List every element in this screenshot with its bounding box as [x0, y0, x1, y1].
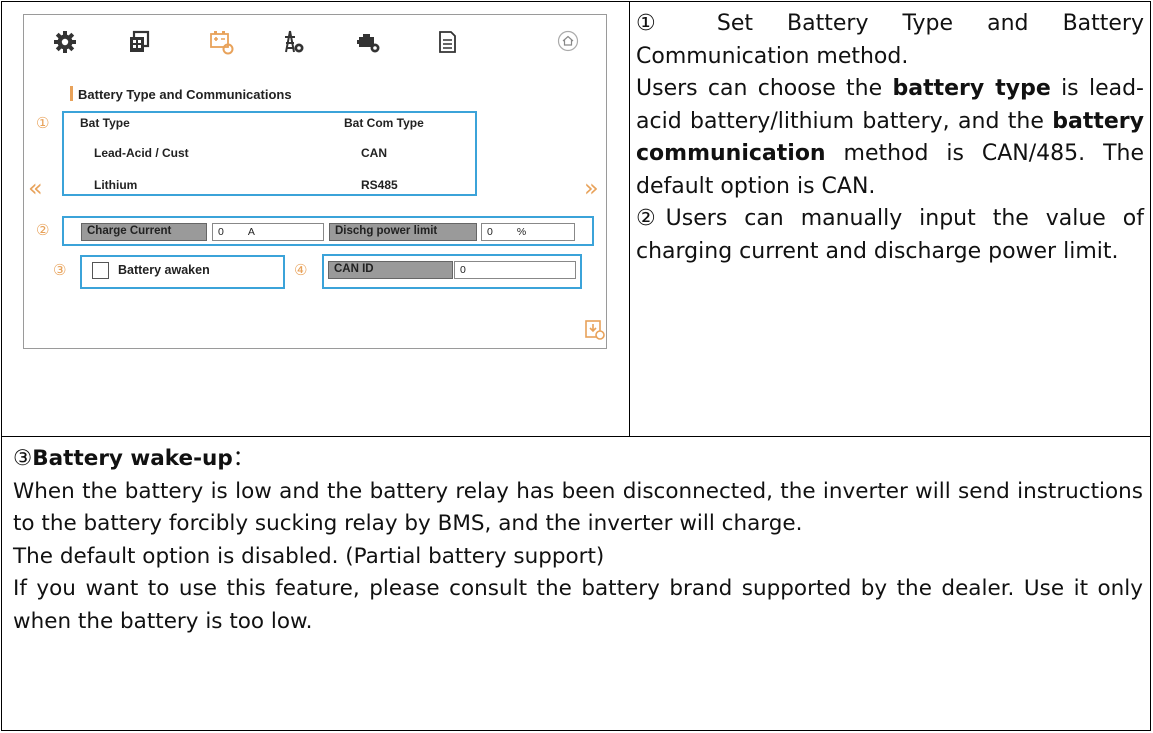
document-table: Battery Type and Communications ① Bat Ty… [1, 1, 1151, 731]
can-id-input[interactable]: 0 [454, 261, 576, 279]
option-can[interactable]: CAN [361, 146, 387, 160]
desc-item-2: ②Users can manually input the value of c… [636, 206, 1144, 264]
wakeup-paragraph-1: When the battery is low and the battery … [13, 478, 1143, 537]
dischg-power-limit-input[interactable]: 0% [481, 223, 575, 241]
can-id-label: CAN ID [328, 261, 453, 279]
settings-screenshot: Battery Type and Communications ① Bat Ty… [23, 14, 607, 349]
battery-awaken-label: Battery awaken [118, 263, 210, 277]
bottom-description: ③Battery wake-up： When the battery is lo… [13, 443, 1143, 639]
desc-item-1-detail: Users can choose the battery type is lea… [636, 76, 1144, 199]
save-settings-icon[interactable] [584, 319, 606, 341]
next-page-arrow[interactable]: » [584, 174, 599, 202]
option-rs485[interactable]: RS485 [361, 178, 398, 192]
section-title: Battery Type and Communications [78, 87, 292, 102]
prev-page-arrow[interactable]: « [28, 174, 43, 202]
option-lithium[interactable]: Lithium [94, 178, 137, 192]
home-icon[interactable] [557, 30, 579, 52]
battery-settings-icon[interactable] [208, 29, 234, 55]
charge-current-label: Charge Current [81, 223, 207, 241]
grid-tower-icon[interactable] [280, 29, 306, 55]
desc-item-1: ① Set Battery Type and Battery Communica… [636, 11, 1144, 69]
wakeup-paragraph-2: The default option is disabled. (Partial… [13, 543, 605, 569]
marker-1: ① [36, 114, 50, 132]
option-lead-acid[interactable]: Lead-Acid / Cust [94, 146, 189, 160]
marker-4: ④ [294, 261, 308, 279]
dischg-power-limit-label: Dischg power limit [329, 223, 477, 241]
bat-com-type-header: Bat Com Type [344, 116, 424, 130]
charge-current-input[interactable]: 0A [212, 223, 324, 241]
marker-2: ② [36, 221, 50, 239]
wakeup-heading: ③Battery wake-up： [13, 446, 255, 471]
marker-3: ③ [53, 261, 67, 279]
table-divider-vertical [629, 2, 630, 436]
table-divider-horizontal [2, 436, 1150, 437]
bat-type-header: Bat Type [80, 116, 130, 130]
right-description: ① Set Battery Type and Battery Communica… [636, 8, 1144, 268]
wakeup-paragraph-3: If you want to use this feature, please … [13, 576, 1143, 634]
battery-awaken-checkbox[interactable] [92, 262, 109, 279]
generator-icon[interactable] [356, 29, 382, 55]
grid-settings-icon[interactable] [126, 29, 152, 55]
document-icon[interactable] [434, 29, 460, 55]
gear-icon[interactable] [52, 29, 78, 55]
